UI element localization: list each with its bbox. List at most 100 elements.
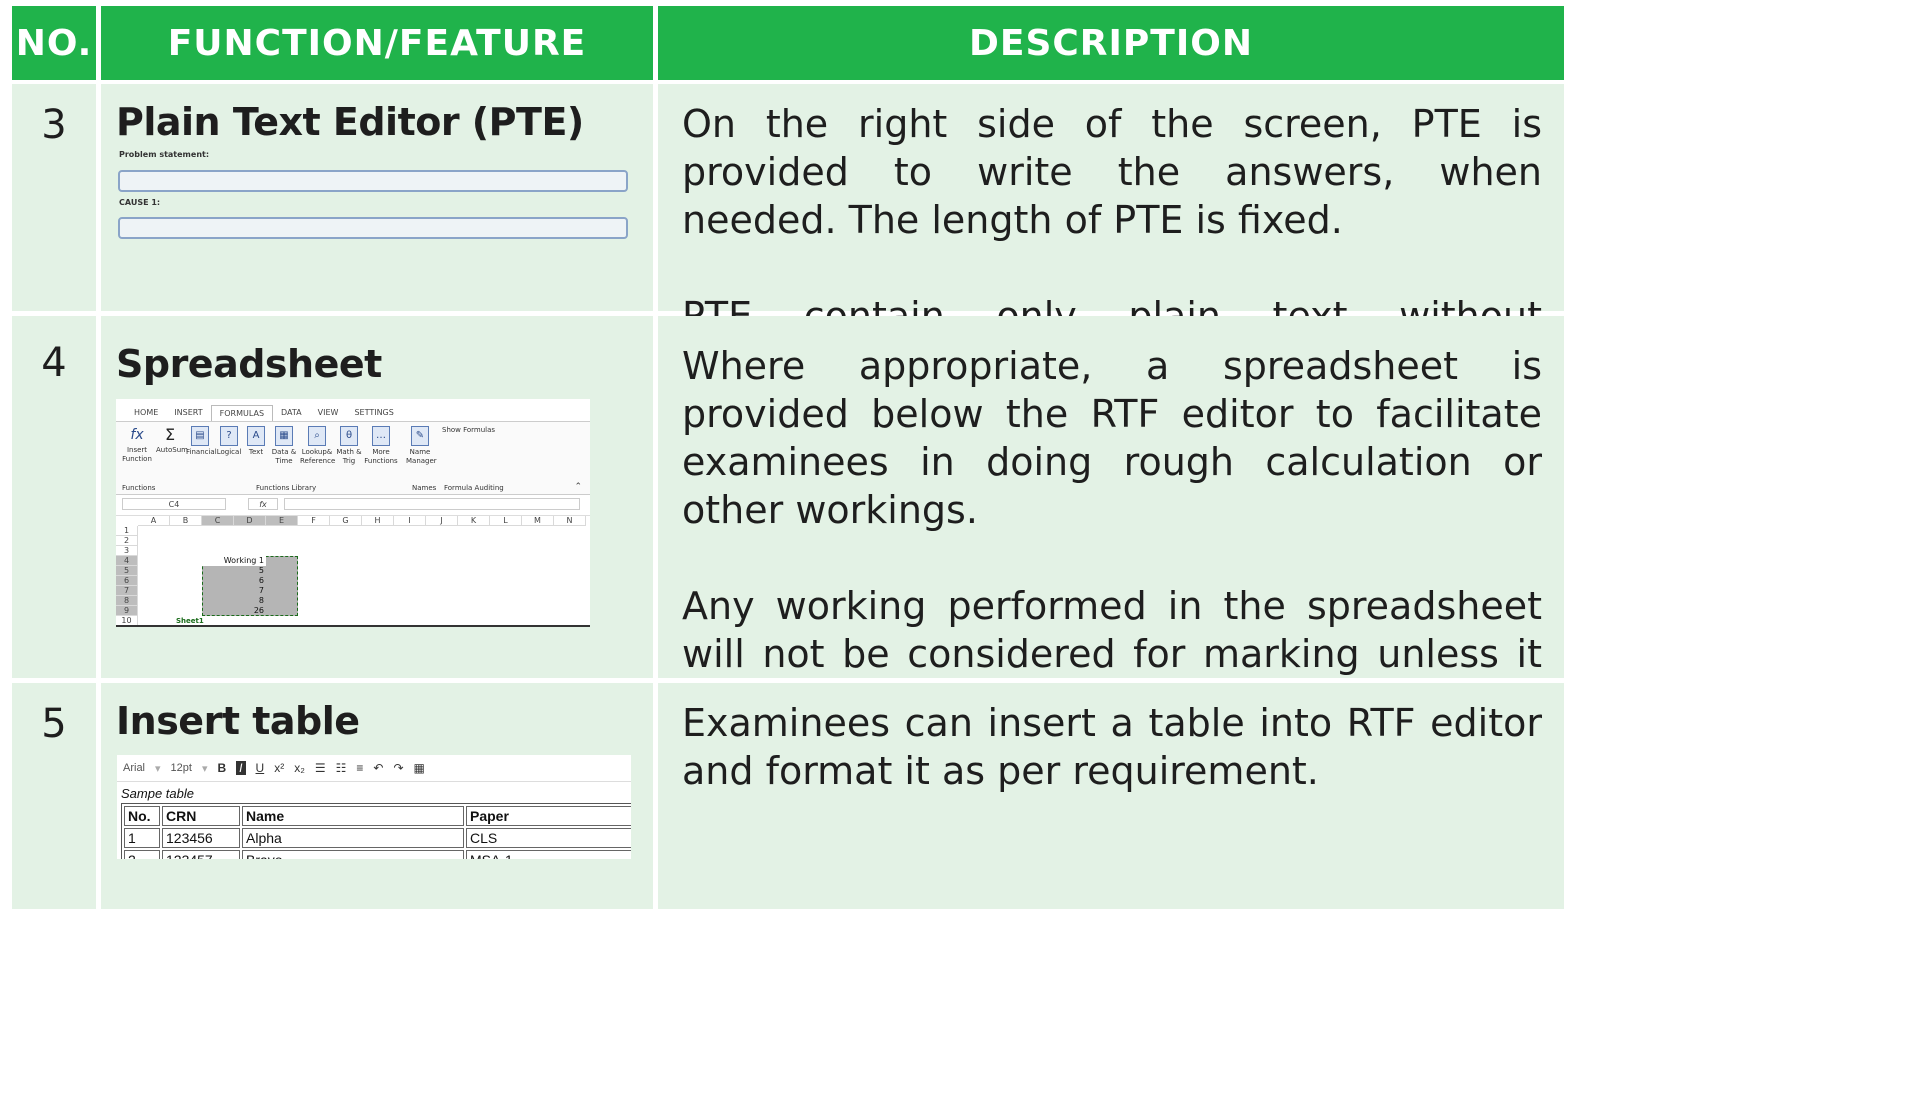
ribbon: fx Insert Function Σ AutoSum ▤ Financial ? L… [116, 421, 590, 495]
math-trig-icon: θ Math & Trig [336, 426, 362, 466]
ribbon-tab: HOME [134, 408, 159, 417]
feature-cell-pte: Plain Text Editor (PTE) Problem statemen… [101, 84, 653, 311]
row-number: 3 [12, 84, 96, 311]
ribbon-group-label: Functions [122, 484, 156, 492]
header-description: DESCRIPTION [658, 6, 1564, 80]
column-header: H [362, 516, 394, 526]
pte-text-field [118, 217, 628, 239]
column-header: G [330, 516, 362, 526]
logical-icon: ? Logical [216, 426, 242, 457]
column-header: F [298, 516, 330, 526]
table-cell: Alpha [242, 828, 464, 848]
description-text: Examinees can insert a table into RTF ed… [682, 699, 1542, 795]
sheet-cell-value: 6 [258, 576, 264, 585]
formula-input [284, 498, 580, 510]
lookup-reference-icon: ⌕ Lookup& Reference [300, 426, 335, 466]
pte-text-field [118, 170, 628, 192]
sheet-cell-value: 5 [258, 566, 264, 575]
column-header: D [234, 516, 266, 526]
row-header: 10 [116, 616, 138, 625]
bullet-list-icon: ☷ [335, 761, 347, 775]
description-paragraph: Examinees can insert a table into RTF ed… [682, 701, 1542, 793]
numbered-list-icon: ☰ [314, 761, 326, 775]
column-header: L [490, 516, 522, 526]
sheet-tab: Sheet1 [176, 617, 204, 625]
ribbon-tab: INSERT [174, 408, 203, 417]
row-header: 11 [116, 626, 138, 627]
align-icon: ≡ [356, 761, 364, 775]
superscript-icon: x² [274, 761, 285, 775]
text-icon: A Text [244, 426, 268, 457]
header-no: NO. [12, 6, 96, 80]
underline-icon: U [255, 761, 265, 775]
ribbon-tabs: HOME INSERT FORMULAS DATA VIEW SETTINGS [116, 399, 590, 421]
table-caption: Sampe table [121, 786, 194, 801]
row-header: 9 [116, 606, 138, 616]
ribbon-tab: DATA [281, 408, 302, 417]
show-formulas-icon: Show Formulas [442, 426, 496, 434]
italic-icon: I [236, 761, 246, 775]
name-box: C4 [122, 498, 226, 510]
table-row: No. CRN Name Paper [124, 806, 631, 826]
column-header: B [170, 516, 202, 526]
ribbon-tab: FORMULAS [210, 405, 274, 421]
ribbon-group-label: Formula Auditing [444, 484, 504, 492]
fx-icon: fx [248, 498, 278, 510]
description-paragraph: Where appropriate, a spreadsheet is prov… [682, 344, 1542, 532]
column-header: I [394, 516, 426, 526]
description-paragraph: On the right side of the screen, PTE is … [682, 102, 1542, 242]
formula-bar: C4 fx [116, 495, 590, 516]
sheet-cell-value: 7 [258, 586, 264, 595]
feature-title: Plain Text Editor (PTE) [116, 100, 584, 144]
chevron-down-icon: ▾ [201, 762, 208, 775]
table-editor-mockup: Arial ▾ 12pt ▾ B I U x² x₂ ☰ ☷ ≡ ↶ ↷ ▦ S… [117, 755, 631, 859]
feature-cell-table: Insert table Arial ▾ 12pt ▾ B I U x² x₂ … [101, 683, 653, 909]
header-function: FUNCTION/FEATURE [101, 6, 653, 80]
row-header: 3 [116, 546, 138, 556]
table-cell: 123456 [162, 828, 240, 848]
editor-toolbar: Arial ▾ 12pt ▾ B I U x² x₂ ☰ ☷ ≡ ↶ ↷ ▦ [117, 755, 631, 782]
table-header-cell: Paper [466, 806, 631, 826]
redo-icon: ↷ [393, 761, 404, 775]
row-number: 5 [12, 683, 96, 909]
date-time-icon: ▦ Data & Time [270, 426, 298, 466]
table-cell: Bravo [242, 850, 464, 859]
column-header: A [138, 516, 170, 526]
spreadsheet-mockup: HOME INSERT FORMULAS DATA VIEW SETTINGS … [116, 399, 590, 627]
bold-icon: B [217, 761, 227, 775]
column-header: C [202, 516, 234, 526]
column-header: K [458, 516, 490, 526]
row-header: 4 [116, 556, 138, 566]
table-cell: 2 [124, 850, 160, 859]
subscript-icon: x₂ [294, 761, 305, 775]
sample-table: No. CRN Name Paper 1 123456 Alpha CLS 2 … [121, 803, 631, 859]
ribbon-tab: VIEW [317, 408, 339, 417]
description-cell: Examinees can insert a table into RTF ed… [658, 683, 1564, 909]
name-manager-icon: ✎ Name Manager [406, 426, 437, 466]
financial-icon: ▤ Financial [186, 426, 217, 457]
column-header: J [426, 516, 458, 526]
sheet-cell-value: Working 1 [202, 556, 266, 566]
column-header: E [266, 516, 298, 526]
table-row: 2 123457 Bravo MSA-1 [124, 850, 631, 859]
chevron-down-icon: ▾ [155, 762, 161, 775]
description-cell: On the right side of the screen, PTE is … [658, 84, 1564, 386]
sheet-cell-value: 8 [258, 596, 264, 605]
description-cell: Where appropriate, a spreadsheet is prov… [658, 316, 1564, 772]
row-header: 6 [116, 576, 138, 586]
table-header-cell: CRN [162, 806, 240, 826]
autosum-icon: Σ AutoSum [156, 425, 188, 455]
sheet-grid: ABCDEFGHIJKLMN1234567891011Working 15678… [116, 516, 590, 627]
insert-function-icon: fx Insert Function [122, 427, 152, 463]
ribbon-group-label: Functions Library [256, 484, 317, 492]
table-icon: ▦ [413, 761, 425, 775]
feature-title: Spreadsheet [116, 342, 382, 386]
table-cell: 123457 [162, 850, 240, 859]
table-header-cell: No. [124, 806, 160, 826]
collapse-ribbon-icon: ⌃ [574, 482, 582, 492]
table-header-cell: Name [242, 806, 464, 826]
undo-icon: ↶ [373, 761, 384, 775]
pte-label: Problem statement: [119, 150, 210, 159]
row-header: 7 [116, 586, 138, 596]
size-select: 12pt [170, 762, 192, 774]
